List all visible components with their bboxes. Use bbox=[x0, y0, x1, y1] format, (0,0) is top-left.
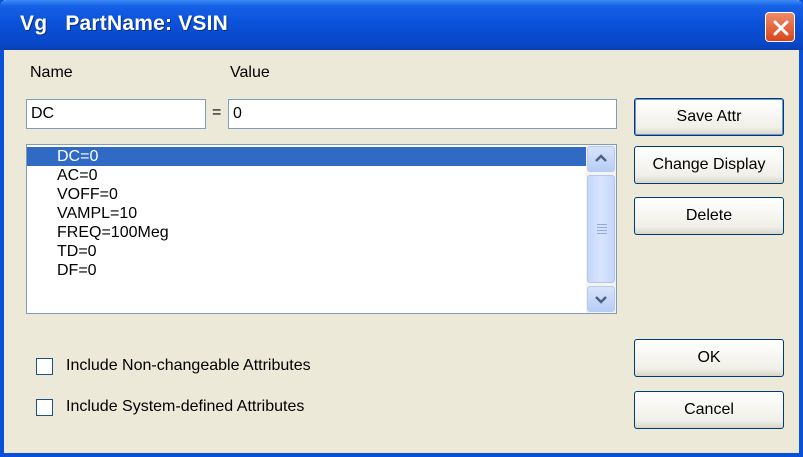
value-label: Value bbox=[230, 64, 270, 82]
non-changeable-label: Include Non-changeable Attributes bbox=[66, 357, 311, 374]
list-item[interactable]: VOFF=0 bbox=[27, 185, 118, 204]
value-field[interactable]: 0 bbox=[228, 99, 617, 129]
name-field[interactable]: DC bbox=[26, 99, 206, 129]
system-defined-checkbox[interactable] bbox=[36, 399, 53, 416]
chevron-up-icon bbox=[595, 154, 607, 162]
list-item[interactable]: FREQ=100Meg bbox=[27, 223, 169, 242]
ok-button[interactable]: OK bbox=[634, 339, 784, 377]
grip-line bbox=[597, 230, 607, 231]
change-display-button[interactable]: Change Display bbox=[634, 146, 784, 184]
title-bar[interactable]: Vg PartName: VSIN bbox=[0, 0, 803, 50]
delete-button[interactable]: Delete bbox=[634, 197, 784, 235]
list-item[interactable]: VAMPL=10 bbox=[27, 204, 137, 223]
grip-line bbox=[597, 227, 607, 228]
name-label-text: Name bbox=[30, 64, 73, 81]
scroll-up-button[interactable] bbox=[587, 146, 615, 172]
list-item[interactable]: DF=0 bbox=[27, 261, 97, 280]
equals-sign: = bbox=[212, 104, 222, 121]
attributes-dialog: Vg PartName: VSIN Name Value DC = 0 DC=0… bbox=[0, 0, 803, 457]
non-changeable-checkbox[interactable] bbox=[36, 358, 53, 375]
cancel-button[interactable]: Cancel bbox=[634, 391, 784, 429]
close-icon bbox=[773, 20, 789, 36]
scroll-down-button[interactable] bbox=[587, 286, 615, 312]
grip-line bbox=[597, 224, 607, 225]
system-defined-label: Include System-defined Attributes bbox=[66, 398, 305, 415]
attribute-list[interactable]: DC=0 AC=0 VOFF=0 VAMPL=10 FREQ=100Meg TD… bbox=[26, 144, 617, 314]
name-label: Name bbox=[30, 64, 73, 82]
list-scrollbar[interactable] bbox=[586, 145, 616, 313]
save-attr-button[interactable]: Save Attr bbox=[634, 98, 784, 136]
list-item[interactable]: DC=0 bbox=[27, 147, 586, 166]
chevron-down-icon bbox=[595, 296, 607, 304]
scroll-thumb[interactable] bbox=[587, 175, 615, 283]
close-button[interactable] bbox=[765, 12, 795, 42]
list-item[interactable]: AC=0 bbox=[27, 166, 97, 185]
list-item[interactable]: TD=0 bbox=[27, 242, 97, 261]
window-title: Vg PartName: VSIN bbox=[20, 12, 229, 35]
grip-line bbox=[597, 233, 607, 234]
value-label-text: Value bbox=[230, 64, 270, 81]
